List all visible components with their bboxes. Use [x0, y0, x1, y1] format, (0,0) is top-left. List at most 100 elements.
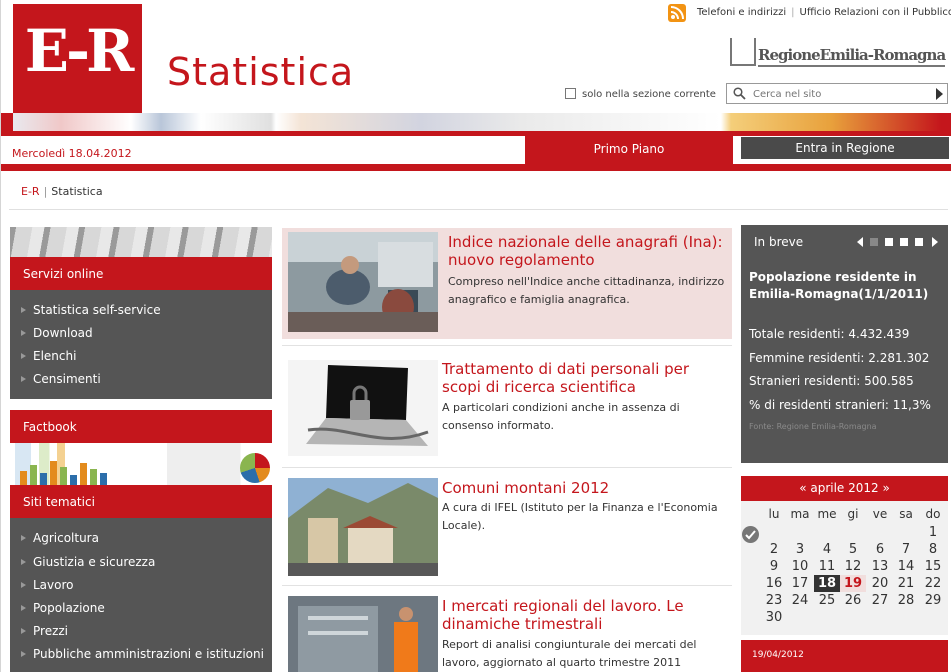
menu-item-agricoltura[interactable]: Agricoltura: [21, 531, 99, 545]
pager-dot[interactable]: [900, 238, 908, 246]
menu-item-pubbliche-amministrazioni[interactable]: Pubbliche amministrazioni e istituzioni: [21, 647, 264, 661]
pager-dot[interactable]: [915, 238, 923, 246]
calendar-day[interactable]: 27: [867, 592, 893, 609]
calendar-day[interactable]: 30: [761, 609, 787, 626]
calendar-day[interactable]: 10: [787, 558, 813, 575]
calendar-day[interactable]: 19: [840, 575, 866, 592]
in-breve-pager: [856, 236, 946, 248]
office-photo[interactable]: [288, 232, 438, 332]
menu-item-download[interactable]: Download: [21, 326, 93, 340]
calendar-day[interactable]: 8: [920, 541, 946, 558]
news-desc: A cura di IFEL (Istituto per la Finanza …: [442, 501, 718, 532]
page: E-R Statistica Telefoni e indirizzi | Uffi…: [0, 0, 951, 672]
news-item: Trattamento di dati personali per scopi …: [282, 356, 732, 456]
menu-item-censimenti[interactable]: Censimenti: [21, 372, 101, 386]
calendar-day[interactable]: 17: [787, 575, 813, 592]
pager-dot[interactable]: [885, 238, 893, 246]
factory-worker-photo[interactable]: [288, 596, 438, 672]
calendar-day[interactable]: 25: [814, 592, 840, 609]
calendar-day[interactable]: 3: [787, 541, 813, 558]
er-logo[interactable]: E-R: [13, 4, 142, 113]
calendar-weekday: ma: [790, 507, 810, 521]
in-breve-title: In breve: [754, 235, 804, 249]
search-input[interactable]: [753, 86, 923, 102]
calendar-day[interactable]: 13: [867, 558, 893, 575]
breadcrumb-home[interactable]: E-R: [21, 185, 40, 198]
siti-tematici-menu: Agricoltura Giustizia e sicurezza Lavoro…: [10, 518, 272, 672]
calendar-day[interactable]: 21: [893, 575, 919, 592]
tab-primo-piano[interactable]: Primo Piano: [525, 136, 733, 164]
search-icon: [733, 87, 746, 100]
prev-icon[interactable]: [856, 236, 864, 248]
calendar-day[interactable]: 26: [840, 592, 866, 609]
scope-checkbox-row[interactable]: solo nella sezione corrente: [565, 88, 716, 100]
rss-icon[interactable]: [668, 4, 686, 22]
servizi-online-menu: Statistica self-service Download Elenchi…: [10, 290, 272, 399]
factbook-heading[interactable]: Factbook: [10, 410, 272, 443]
news-title[interactable]: Comuni montani 2012: [442, 479, 727, 497]
regione-logo[interactable]: RegioneEmilia-Romagna: [730, 38, 948, 70]
news-title[interactable]: Trattamento di dati personali per scopi …: [442, 360, 727, 396]
in-breve-row: Totale residenti: 4.432.439: [749, 327, 910, 341]
in-breve-row: Femmine residenti: 2.281.302: [749, 351, 930, 365]
calendar-day[interactable]: 29: [920, 592, 946, 609]
news-title[interactable]: I mercati regionali del lavoro. Le dinam…: [442, 597, 727, 633]
tab-entra-in-regione[interactable]: Entra in Regione: [741, 137, 949, 159]
calendar-weekday: gi: [847, 507, 859, 521]
menu-item-lavoro[interactable]: Lavoro: [21, 578, 74, 592]
menu-item-statistica-self-service[interactable]: Statistica self-service: [21, 303, 161, 317]
header-banner-image: [1, 113, 951, 131]
news-item: Indice nazionale delle anagrafi (Ina): n…: [282, 228, 732, 339]
in-breve-headline[interactable]: Popolazione residente in Emilia-Romagna(…: [749, 269, 944, 303]
mountain-village-photo[interactable]: [288, 478, 438, 576]
calendar-day[interactable]: 12: [840, 558, 866, 575]
calendar: lu ma me gi ve sa do 1 2 3 4 5 6 7 8 9 10 11 12 13 14 15 16 17 1…: [741, 501, 948, 635]
calendar-day[interactable]: 2: [761, 541, 787, 558]
laptop-padlock-photo[interactable]: [288, 360, 438, 456]
in-breve-source: Fonte: Regione Emilia-Romagna: [749, 422, 877, 431]
link-urp[interactable]: Ufficio Relazioni con il Pubblico: [800, 7, 951, 18]
calendar-day[interactable]: 14: [893, 558, 919, 575]
calendar-month-nav[interactable]: « aprile 2012 »: [741, 476, 948, 501]
calendar-day[interactable]: 23: [761, 592, 787, 609]
scope-checkbox[interactable]: [565, 88, 576, 99]
chart-bar-decor: [40, 473, 47, 485]
calendar-day[interactable]: 18: [814, 575, 840, 592]
calendar-day[interactable]: 28: [893, 592, 919, 609]
search-submit-icon[interactable]: [936, 88, 943, 100]
menu-item-popolazione[interactable]: Popolazione: [21, 601, 105, 615]
calendar-day[interactable]: 22: [920, 575, 946, 592]
calendar-weekday: do: [925, 507, 941, 521]
chart-bar-decor: [20, 471, 27, 485]
in-breve-panel: In breve Popolazione residente in Emilia…: [741, 225, 948, 463]
divider: [282, 467, 732, 468]
calendar-day[interactable]: 11: [814, 558, 840, 575]
calendar-day[interactable]: 4: [814, 541, 840, 558]
link-telefoni[interactable]: Telefoni e indirizzi: [697, 7, 786, 18]
calendar-day[interactable]: 7: [893, 541, 919, 558]
menu-item-giustizia[interactable]: Giustizia e sicurezza: [20, 555, 155, 569]
calendar-day[interactable]: 1: [920, 524, 946, 541]
menu-item-elenchi[interactable]: Elenchi: [20, 349, 76, 363]
site-title: Statistica: [167, 50, 355, 94]
calendar-day[interactable]: 20: [867, 575, 893, 592]
next-icon[interactable]: [931, 236, 939, 248]
calendar-day[interactable]: 16: [761, 575, 787, 592]
pager-dot-active[interactable]: [870, 238, 878, 246]
calendar-day[interactable]: 9: [761, 558, 787, 575]
calendar-day[interactable]: 24: [787, 592, 813, 609]
menu-item-prezzi[interactable]: Prezzi: [20, 624, 68, 638]
calendar-weekday: sa: [899, 507, 913, 521]
chart-bar-decor: [60, 467, 67, 485]
check-icon: [742, 526, 759, 543]
factbook-image[interactable]: [10, 443, 272, 485]
news-title[interactable]: Indice nazionale delle anagrafi (Ina): n…: [448, 233, 733, 269]
regione-mark-icon: [730, 38, 756, 66]
divider: [9, 209, 948, 210]
breadcrumb-current: Statistica: [51, 185, 103, 198]
top-links: Telefoni e indirizzi | Ufficio Relazioni c…: [697, 7, 951, 18]
calendar-day[interactable]: 15: [920, 558, 946, 575]
calendar-event-bar[interactable]: 19/04/2012: [741, 640, 948, 672]
calendar-day[interactable]: 5: [840, 541, 866, 558]
calendar-day[interactable]: 6: [867, 541, 893, 558]
